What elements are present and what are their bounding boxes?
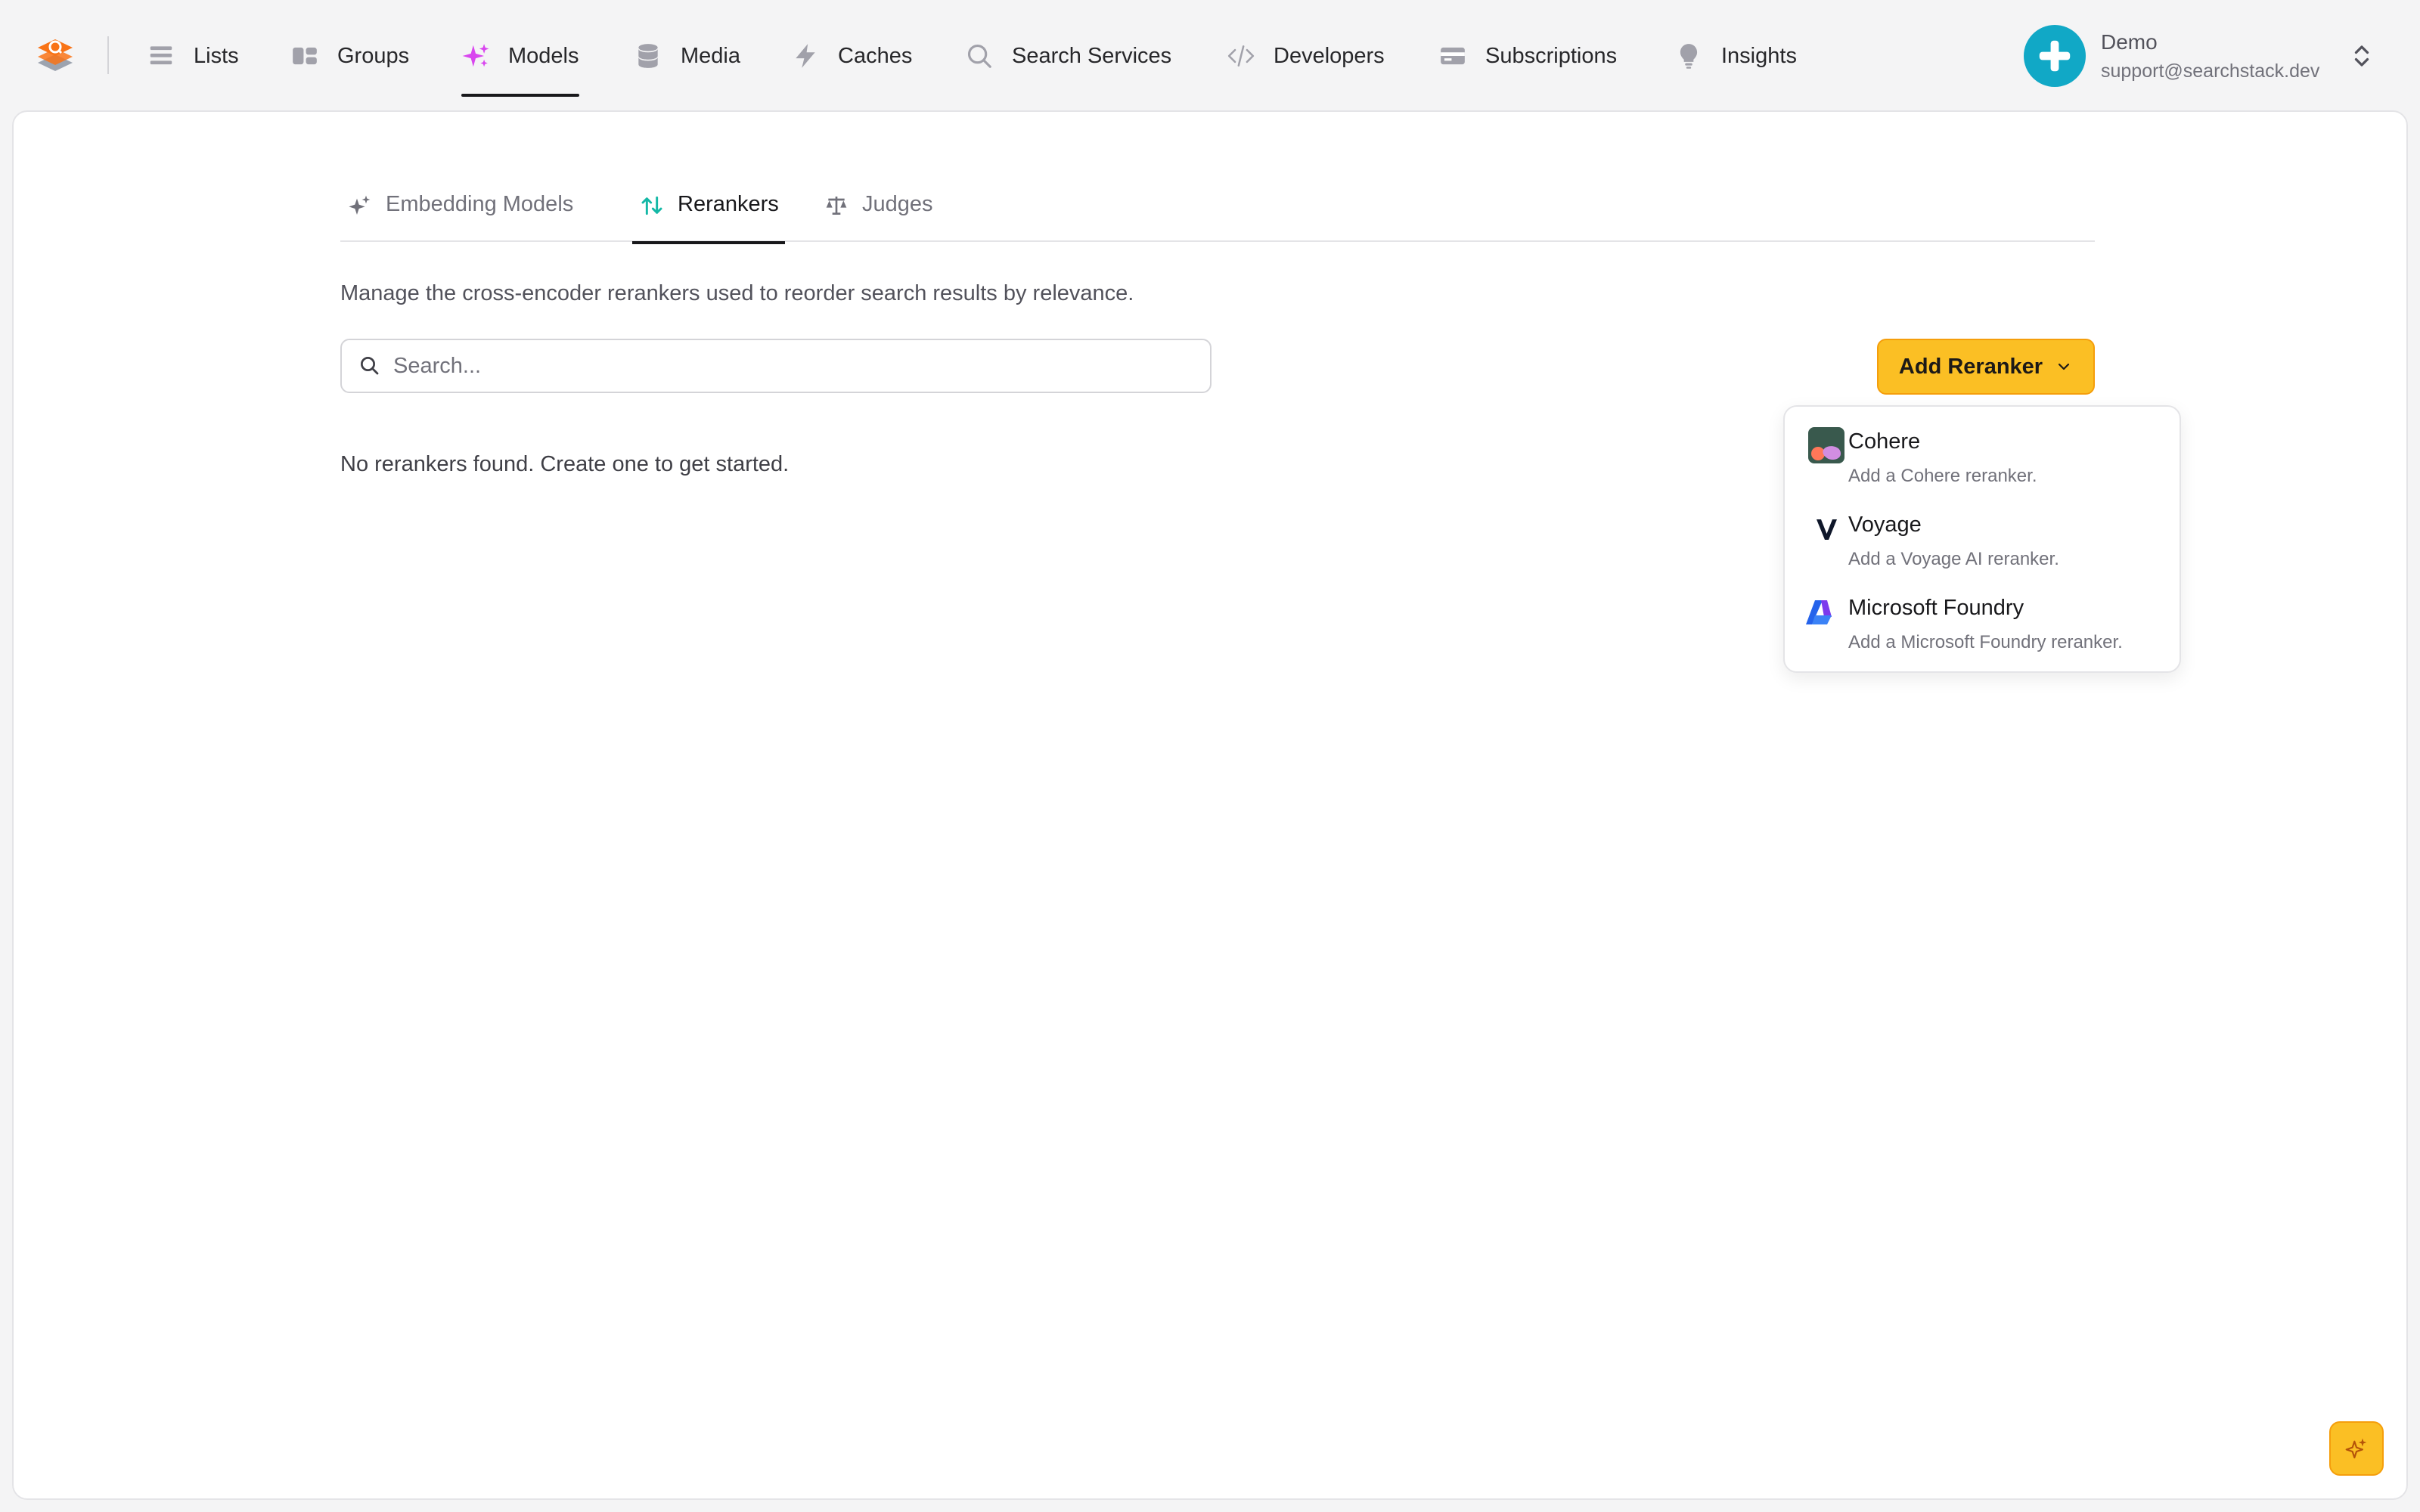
microsoft-foundry-logo-icon (1806, 600, 1832, 624)
nav-item-media[interactable]: Media (634, 27, 740, 85)
user-email: support@searchstack.dev (2101, 60, 2320, 82)
nav-item-lists[interactable]: Lists (147, 27, 239, 85)
dropdown-item-subtitle: Add a Voyage AI reranker. (1848, 549, 2059, 569)
chevron-up-down-icon (2354, 45, 2369, 67)
dropdown-item-cohere[interactable]: Cohere Add a Cohere reranker. (1785, 414, 2180, 499)
scale-icon (826, 197, 847, 215)
dropdown-item-microsoft-foundry[interactable]: Microsoft Foundry Add a Microsoft Foundr… (1785, 581, 2180, 665)
nav-item-label: Developers (1274, 43, 1385, 68)
user-name: Demo (2101, 29, 2158, 54)
dropdown-item-subtitle: Add a Cohere reranker. (1848, 466, 2037, 486)
nav-item-groups[interactable]: Groups (290, 27, 409, 85)
ai-assistant-button[interactable] (2329, 1421, 2384, 1476)
avatar (2024, 25, 2086, 87)
app-logo-icon[interactable] (35, 35, 76, 76)
lightbulb-icon (1680, 44, 1698, 69)
nav-item-label: Subscriptions (1485, 43, 1618, 68)
search-box (340, 339, 1212, 393)
plus-icon (2039, 40, 2071, 72)
nav-item-label: Groups (337, 43, 410, 68)
nav-item-label: Lists (194, 43, 239, 68)
tab-label: Embedding Models (386, 192, 574, 216)
add-reranker-label: Add Reranker (1898, 354, 2043, 379)
nav-item-subscriptions[interactable]: Subscriptions (1438, 27, 1617, 85)
top-nav-bar: Lists Groups Models Media Caches Search … (0, 0, 2420, 110)
nav-item-insights[interactable]: Insights (1674, 27, 1797, 85)
main-card: Embedding Models Rerankers Judges Manage… (12, 110, 2408, 1500)
tab-label: Judges (862, 192, 933, 216)
sparkles-icon (349, 195, 371, 215)
sparkles-icon (2345, 1438, 2367, 1459)
chevron-down-icon (2058, 363, 2070, 370)
arrows-up-down-icon (641, 196, 662, 215)
page-description: Manage the cross-encoder rerankers used … (340, 281, 1134, 305)
tab-embedding-models[interactable]: Embedding Models (348, 187, 573, 242)
sparkles-icon (462, 44, 489, 67)
add-reranker-dropdown: Cohere Add a Cohere reranker. Voyage Add… (1783, 405, 2181, 673)
code-icon (1227, 45, 1255, 67)
nav-item-label: Caches (838, 43, 913, 68)
nav-item-label: Search Services (1012, 43, 1172, 68)
add-reranker-button[interactable]: Add Reranker (1877, 339, 2095, 395)
voyage-logo-icon (1817, 519, 1837, 540)
lightning-icon (796, 44, 815, 68)
nav-item-label: Media (681, 43, 740, 68)
search-icon (361, 357, 379, 375)
nav-item-label: Insights (1721, 43, 1797, 68)
dropdown-item-title: Voyage (1848, 513, 1922, 537)
dropdown-item-voyage[interactable]: Voyage Add a Voyage AI reranker. (1785, 497, 2180, 582)
cohere-logo-icon (1808, 427, 1844, 463)
model-tabs: Embedding Models Rerankers Judges (340, 187, 2095, 244)
tab-label: Rerankers (678, 192, 779, 216)
nav-item-label: Models (508, 43, 579, 68)
database-icon (638, 44, 658, 68)
search-icon (967, 44, 991, 68)
dropdown-item-title: Microsoft Foundry (1848, 596, 2024, 620)
search-input[interactable] (393, 353, 1195, 379)
tab-rerankers[interactable]: Rerankers (632, 187, 785, 244)
list-icon (150, 46, 172, 65)
nav-item-caches[interactable]: Caches (791, 27, 912, 85)
nav-item-developers[interactable]: Developers (1227, 27, 1385, 85)
empty-state-message: No rerankers found. Create one to get st… (340, 452, 790, 476)
nav-item-models[interactable]: Models (461, 27, 579, 97)
groups-icon (293, 47, 317, 65)
logo-divider (107, 36, 109, 74)
nav-item-search-services[interactable]: Search Services (965, 27, 1171, 85)
dropdown-item-title: Cohere (1848, 429, 1921, 454)
user-menu[interactable]: Demo support@searchstack.dev (2024, 24, 2379, 88)
tab-judges[interactable]: Judges (824, 187, 933, 242)
dropdown-item-subtitle: Add a Microsoft Foundry reranker. (1848, 632, 2123, 652)
credit-card-icon (1441, 47, 1465, 65)
